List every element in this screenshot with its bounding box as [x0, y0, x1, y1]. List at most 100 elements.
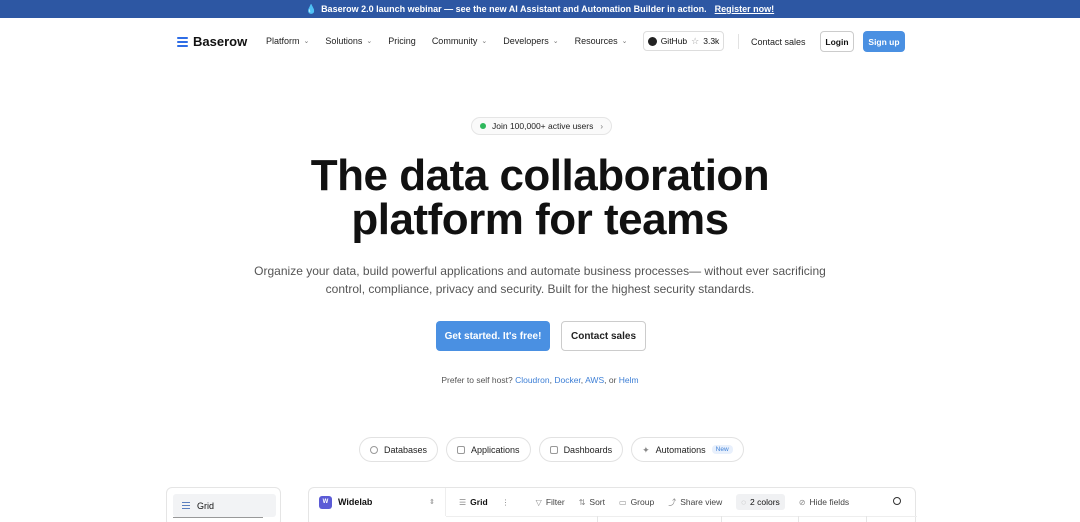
sidebar-item-label: Grid [197, 500, 215, 511]
preview-sidebar: Grid [166, 487, 281, 522]
share-view-button[interactable]: ⤴ Share view [668, 497, 722, 508]
get-started-button[interactable]: Get started. It's free! [436, 321, 550, 351]
more-button[interactable]: ⋮ [502, 498, 510, 507]
list-icon [182, 502, 190, 509]
pill-text: Join 100,000+ active users [492, 121, 594, 131]
menu-label: Developers [503, 36, 549, 46]
sort-button[interactable]: ⇅ Sort [579, 497, 605, 507]
contact-sales-button[interactable]: Contact sales [561, 321, 646, 351]
preview-app: W Widelab ⇕ ☰ Grid ⋮ ▽ Filter ⇅ Sort ▭ Group… [308, 487, 917, 522]
group-label: Group [630, 497, 655, 507]
active-users-pill[interactable]: Join 100,000+ active users › [471, 117, 612, 135]
helm-link[interactable]: Helm [619, 375, 639, 385]
colors-label: 2 colors [750, 497, 780, 507]
menu-resources[interactable]: Resources ⌄ [575, 36, 628, 46]
view-selector[interactable]: ☰ Grid [459, 497, 488, 507]
menu-developers[interactable]: Developers ⌄ [503, 36, 558, 46]
sidebar-item-grid[interactable]: Grid [173, 494, 276, 517]
github-button[interactable]: GitHub ☆ 3.3k [643, 31, 724, 51]
menu-platform[interactable]: Platform ⌄ [266, 36, 309, 46]
contact-sales-link[interactable]: Contact sales [751, 37, 806, 47]
github-label: GitHub [660, 36, 688, 46]
menu-community[interactable]: Community ⌄ [432, 36, 487, 46]
logo[interactable]: Baserow [177, 34, 247, 49]
sort-label: Sort [589, 497, 605, 507]
palette-icon: ◌ [741, 497, 747, 507]
workspace-name: Widelab [338, 497, 373, 507]
sort-icon: ⇅ [578, 497, 586, 507]
drop-icon: 💧 [305, 3, 318, 14]
tab-databases[interactable]: Databases [359, 437, 439, 462]
sparkle-icon: ✦ [642, 444, 650, 455]
search-icon[interactable] [893, 497, 901, 505]
hero-title-line1: The data collaboration [310, 151, 770, 200]
self-host-line: Prefer to self host? Cloudron, Docker, A… [340, 375, 740, 385]
tab-automations[interactable]: ✦ Automations New [631, 437, 744, 462]
chevron-down-icon: ⌄ [621, 38, 628, 45]
colors-button[interactable]: ◌ 2 colors [736, 494, 785, 510]
window-icon [457, 445, 466, 454]
hero-title-line2: platform for teams [351, 195, 729, 244]
grid-column-divider [866, 516, 867, 522]
tab-applications[interactable]: Applications [446, 437, 531, 462]
workspace-avatar: W [319, 495, 332, 509]
new-badge: New [711, 445, 733, 454]
main-menu: Platform ⌄ Solutions ⌄ Pricing Community ⌄ … [266, 36, 628, 46]
online-dot-icon [480, 123, 486, 129]
menu-label: Community [431, 36, 478, 46]
list-icon: ☰ [459, 497, 467, 507]
chevron-down-icon: ⌄ [481, 38, 488, 45]
nav-divider [738, 34, 739, 49]
database-icon [370, 445, 378, 454]
product-tabs: Databases Applications Dashboards ✦ Auto… [359, 437, 744, 462]
tab-label: Databases [384, 444, 428, 455]
more-vertical-icon: ⋮ [501, 497, 510, 507]
workspace-selector[interactable]: W Widelab ⇕ [309, 488, 446, 516]
announcement-banner: 💧 Baserow 2.0 launch webinar — see the n… [0, 0, 1080, 18]
group-icon: ▭ [619, 497, 627, 507]
menu-label: Platform [266, 36, 300, 46]
menu-label: Pricing [388, 36, 416, 46]
separator: , [580, 375, 584, 385]
group-button[interactable]: ▭ Group [619, 497, 654, 507]
filter-button[interactable]: ▽ Filter [536, 497, 565, 507]
register-link[interactable]: Register now! [715, 4, 775, 14]
banner-text: Baserow 2.0 launch webinar — see the new… [321, 4, 707, 14]
chevron-down-icon: ⌄ [366, 38, 373, 45]
baserow-logo-icon [177, 36, 188, 47]
hero-subtitle-line1: Organize your data, build powerful appli… [254, 264, 826, 278]
menu-label: Solutions [325, 36, 363, 46]
tab-label: Automations [655, 444, 706, 455]
star-icon: ☆ [691, 35, 700, 46]
menu-label: Resources [574, 36, 618, 46]
share-icon: ⤴ [668, 497, 677, 507]
chevron-down-icon: ⌄ [303, 38, 310, 45]
hero-subtitle: Organize your data, build powerful appli… [240, 262, 840, 298]
menu-pricing[interactable]: Pricing [388, 36, 416, 46]
eye-off-icon: ⊘ [798, 497, 806, 507]
aws-link[interactable]: AWS [585, 375, 604, 385]
view-name: Grid [470, 497, 488, 507]
separator: , [549, 375, 552, 385]
share-label: Share view [680, 497, 723, 507]
hero-subtitle-line2: control, compliance, privacy and securit… [325, 282, 755, 296]
grid-column-divider [597, 516, 598, 522]
chevron-right-icon: › [600, 121, 603, 131]
menu-solutions[interactable]: Solutions ⌄ [325, 36, 372, 46]
hide-fields-button[interactable]: ⊘ Hide fields [799, 497, 849, 507]
filter-icon: ▽ [535, 497, 542, 507]
login-button[interactable]: Login [820, 31, 854, 52]
grid-toolbar: ☰ Grid ⋮ ▽ Filter ⇅ Sort ▭ Group ⤴ Share view… [459, 488, 849, 516]
self-host-prefix: Prefer to self host? [441, 375, 513, 385]
tab-label: Applications [471, 444, 520, 455]
signup-button[interactable]: Sign up [863, 31, 905, 52]
filter-label: Filter [545, 497, 565, 507]
top-nav: Baserow Platform ⌄ Solutions ⌄ Pricing Com… [0, 18, 1080, 65]
grid-column-divider [798, 516, 799, 522]
chevron-updown-icon: ⇕ [429, 499, 435, 506]
github-icon [647, 36, 657, 46]
github-stars: 3.3k [703, 36, 720, 46]
docker-link[interactable]: Docker [554, 375, 580, 385]
cloudron-link[interactable]: Cloudron [515, 375, 550, 385]
tab-dashboards[interactable]: Dashboards [538, 437, 624, 462]
